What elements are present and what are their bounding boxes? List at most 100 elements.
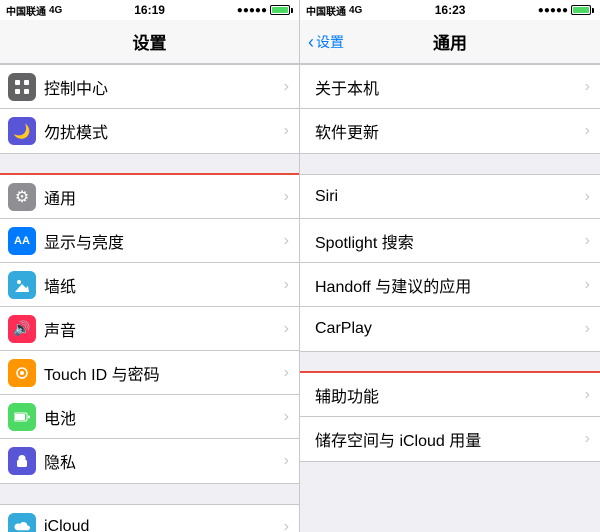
carplay-chevron: › [585,320,590,338]
control-center-label: 控制中心 [44,75,284,99]
wallpaper-label: 墙纸 [44,273,284,297]
sound-icon: 🔊 [8,315,36,343]
privacy-icon [8,447,36,475]
left-carrier: 中国联通 [6,3,46,18]
handoff-label: Handoff 与建议的应用 [315,273,585,297]
about-label: 关于本机 [315,75,585,99]
left-panel: 中国联通 4G 16:19 ●●●●● 设置 [0,0,300,532]
sidebar-item-general[interactable]: ⚙ 通用 › [0,175,299,219]
right-status-bar: 中国联通 4G 16:23 ●●●●● [300,0,600,20]
battery-icon-wrap [0,395,44,439]
general-label: 通用 [44,185,284,209]
carplay-label: CarPlay [315,320,585,338]
right-item-spotlight[interactable]: Spotlight 搜索 › [300,219,600,263]
icloud-label: iCloud [44,518,284,532]
right-right-status: ●●●●● [538,5,594,16]
battery-icon [270,5,293,15]
control-center-icon-wrap [0,65,44,109]
left-nav-title: 设置 [133,29,167,54]
wallpaper-chevron: › [284,276,289,294]
right-item-storage-icloud[interactable]: 储存空间与 iCloud 用量 › [300,417,600,461]
right-panel: 中国联通 4G 16:23 ●●●●● ‹ 设置 通用 关于本机 › [300,0,600,532]
icloud-icon [8,513,36,532]
left-carrier-info: 中国联通 4G [6,3,62,18]
touch-id-icon-wrap [0,351,44,395]
sidebar-item-control-center[interactable]: 控制中心 › [0,65,299,109]
spotlight-chevron: › [585,232,590,250]
sidebar-item-icloud[interactable]: iCloud › [0,505,299,532]
display-label: 显示与亮度 [44,229,284,253]
sidebar-item-display[interactable]: AA 显示与亮度 › [0,219,299,263]
about-chevron: › [585,78,590,96]
privacy-chevron: › [284,452,289,470]
storage-icloud-label: 储存空间与 iCloud 用量 [315,427,585,451]
siri-label: Siri [315,188,585,206]
sidebar-item-battery[interactable]: 电池 › [0,395,299,439]
right-network: 4G [349,5,362,16]
right-settings-list: 关于本机 › 软件更新 › Siri › Spotlight 搜索 › Hand… [300,64,600,532]
left-group-3: iCloud › [0,504,299,532]
touch-id-icon [8,359,36,387]
signal-icon: ●●●●● [237,5,267,16]
battery-label: 电池 [44,405,284,429]
back-label: 设置 [316,32,344,52]
left-right-status: ●●●●● [237,5,293,16]
left-network: 4G [49,5,62,16]
general-icon-wrap: ⚙ [0,175,44,219]
display-icon: AA [8,227,36,255]
handoff-chevron: › [585,276,590,294]
display-icon-wrap: AA [0,219,44,263]
right-item-software-update[interactable]: 软件更新 › [300,109,600,153]
storage-icloud-chevron: › [585,430,590,448]
sidebar-item-wallpaper[interactable]: 墙纸 › [0,263,299,307]
software-update-label: 软件更新 [315,119,585,143]
wallpaper-icon [8,271,36,299]
icloud-icon-wrap [0,505,44,532]
sound-icon-wrap: 🔊 [0,307,44,351]
software-update-chevron: › [585,122,590,140]
right-carrier: 中国联通 [306,3,346,18]
right-battery-icon [571,5,594,15]
right-time: 16:23 [435,3,466,17]
left-nav-bar: 设置 [0,20,299,64]
do-not-disturb-label: 勿扰模式 [44,119,284,143]
back-button[interactable]: ‹ 设置 [308,32,344,52]
general-chevron: › [284,188,289,206]
right-item-handoff[interactable]: Handoff 与建议的应用 › [300,263,600,307]
right-nav-bar: ‹ 设置 通用 [300,20,600,64]
do-not-disturb-chevron: › [284,122,289,140]
right-signal-icon: ●●●●● [538,5,568,16]
accessibility-chevron: › [585,386,590,404]
left-time: 16:19 [134,3,165,17]
siri-chevron: › [585,188,590,206]
left-group-2: ⚙ 通用 › AA 显示与亮度 › [0,174,299,484]
wallpaper-icon-wrap [0,263,44,307]
general-icon: ⚙ [8,183,36,211]
spotlight-label: Spotlight 搜索 [315,229,585,253]
sound-label: 声音 [44,317,284,341]
left-group-1: 控制中心 › 🌙 勿扰模式 › [0,64,299,154]
sidebar-item-touch-id[interactable]: Touch ID 与密码 › [0,351,299,395]
right-item-about[interactable]: 关于本机 › [300,65,600,109]
touch-id-chevron: › [284,364,289,382]
privacy-label: 隐私 [44,449,284,473]
icloud-chevron: › [284,518,289,532]
sidebar-item-sound[interactable]: 🔊 声音 › [0,307,299,351]
touch-id-label: Touch ID 与密码 [44,361,284,385]
battery-chevron: › [284,408,289,426]
right-group-2: Siri › Spotlight 搜索 › Handoff 与建议的应用 › C… [300,174,600,352]
right-carrier-info: 中国联通 4G [306,3,362,18]
sidebar-item-privacy[interactable]: 隐私 › [0,439,299,483]
right-nav-title: 通用 [433,29,467,54]
control-center-icon [8,73,36,101]
right-item-siri[interactable]: Siri › [300,175,600,219]
sidebar-item-do-not-disturb[interactable]: 🌙 勿扰模式 › [0,109,299,153]
control-center-chevron: › [284,78,289,96]
accessibility-label: 辅助功能 [315,383,585,407]
privacy-icon-wrap [0,439,44,483]
battery-settings-icon [8,403,36,431]
back-chevron-icon: ‹ [308,33,314,51]
right-item-carplay[interactable]: CarPlay › [300,307,600,351]
right-item-accessibility[interactable]: 辅助功能 › [300,373,600,417]
display-chevron: › [284,232,289,250]
